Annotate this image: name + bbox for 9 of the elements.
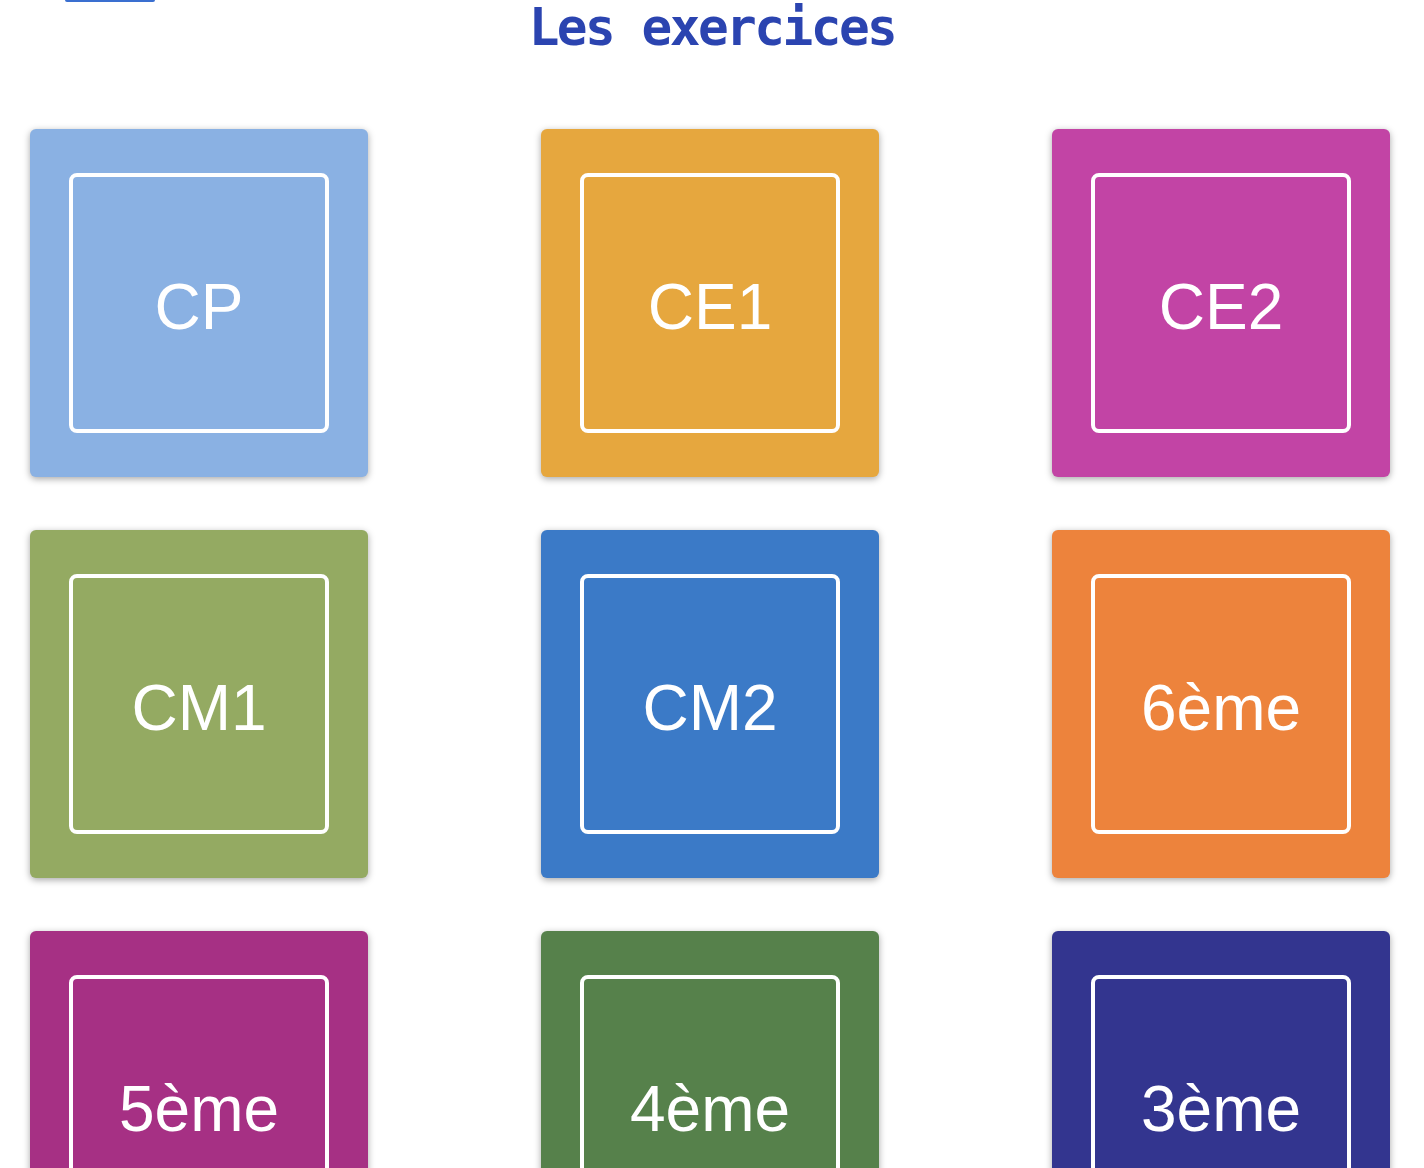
level-tile[interactable]: 6ème	[1052, 530, 1390, 878]
level-tile[interactable]: 3ème	[1052, 931, 1390, 1168]
level-tile[interactable]: CE2	[1052, 129, 1390, 477]
level-tile[interactable]: 4ème	[541, 931, 879, 1168]
level-tile[interactable]: CM2	[541, 530, 879, 878]
level-tile[interactable]: CM1	[30, 530, 368, 878]
level-tile[interactable]: CP	[30, 129, 368, 477]
level-tile[interactable]: 5ème	[30, 931, 368, 1168]
page-title: Les exercices	[528, 2, 896, 53]
